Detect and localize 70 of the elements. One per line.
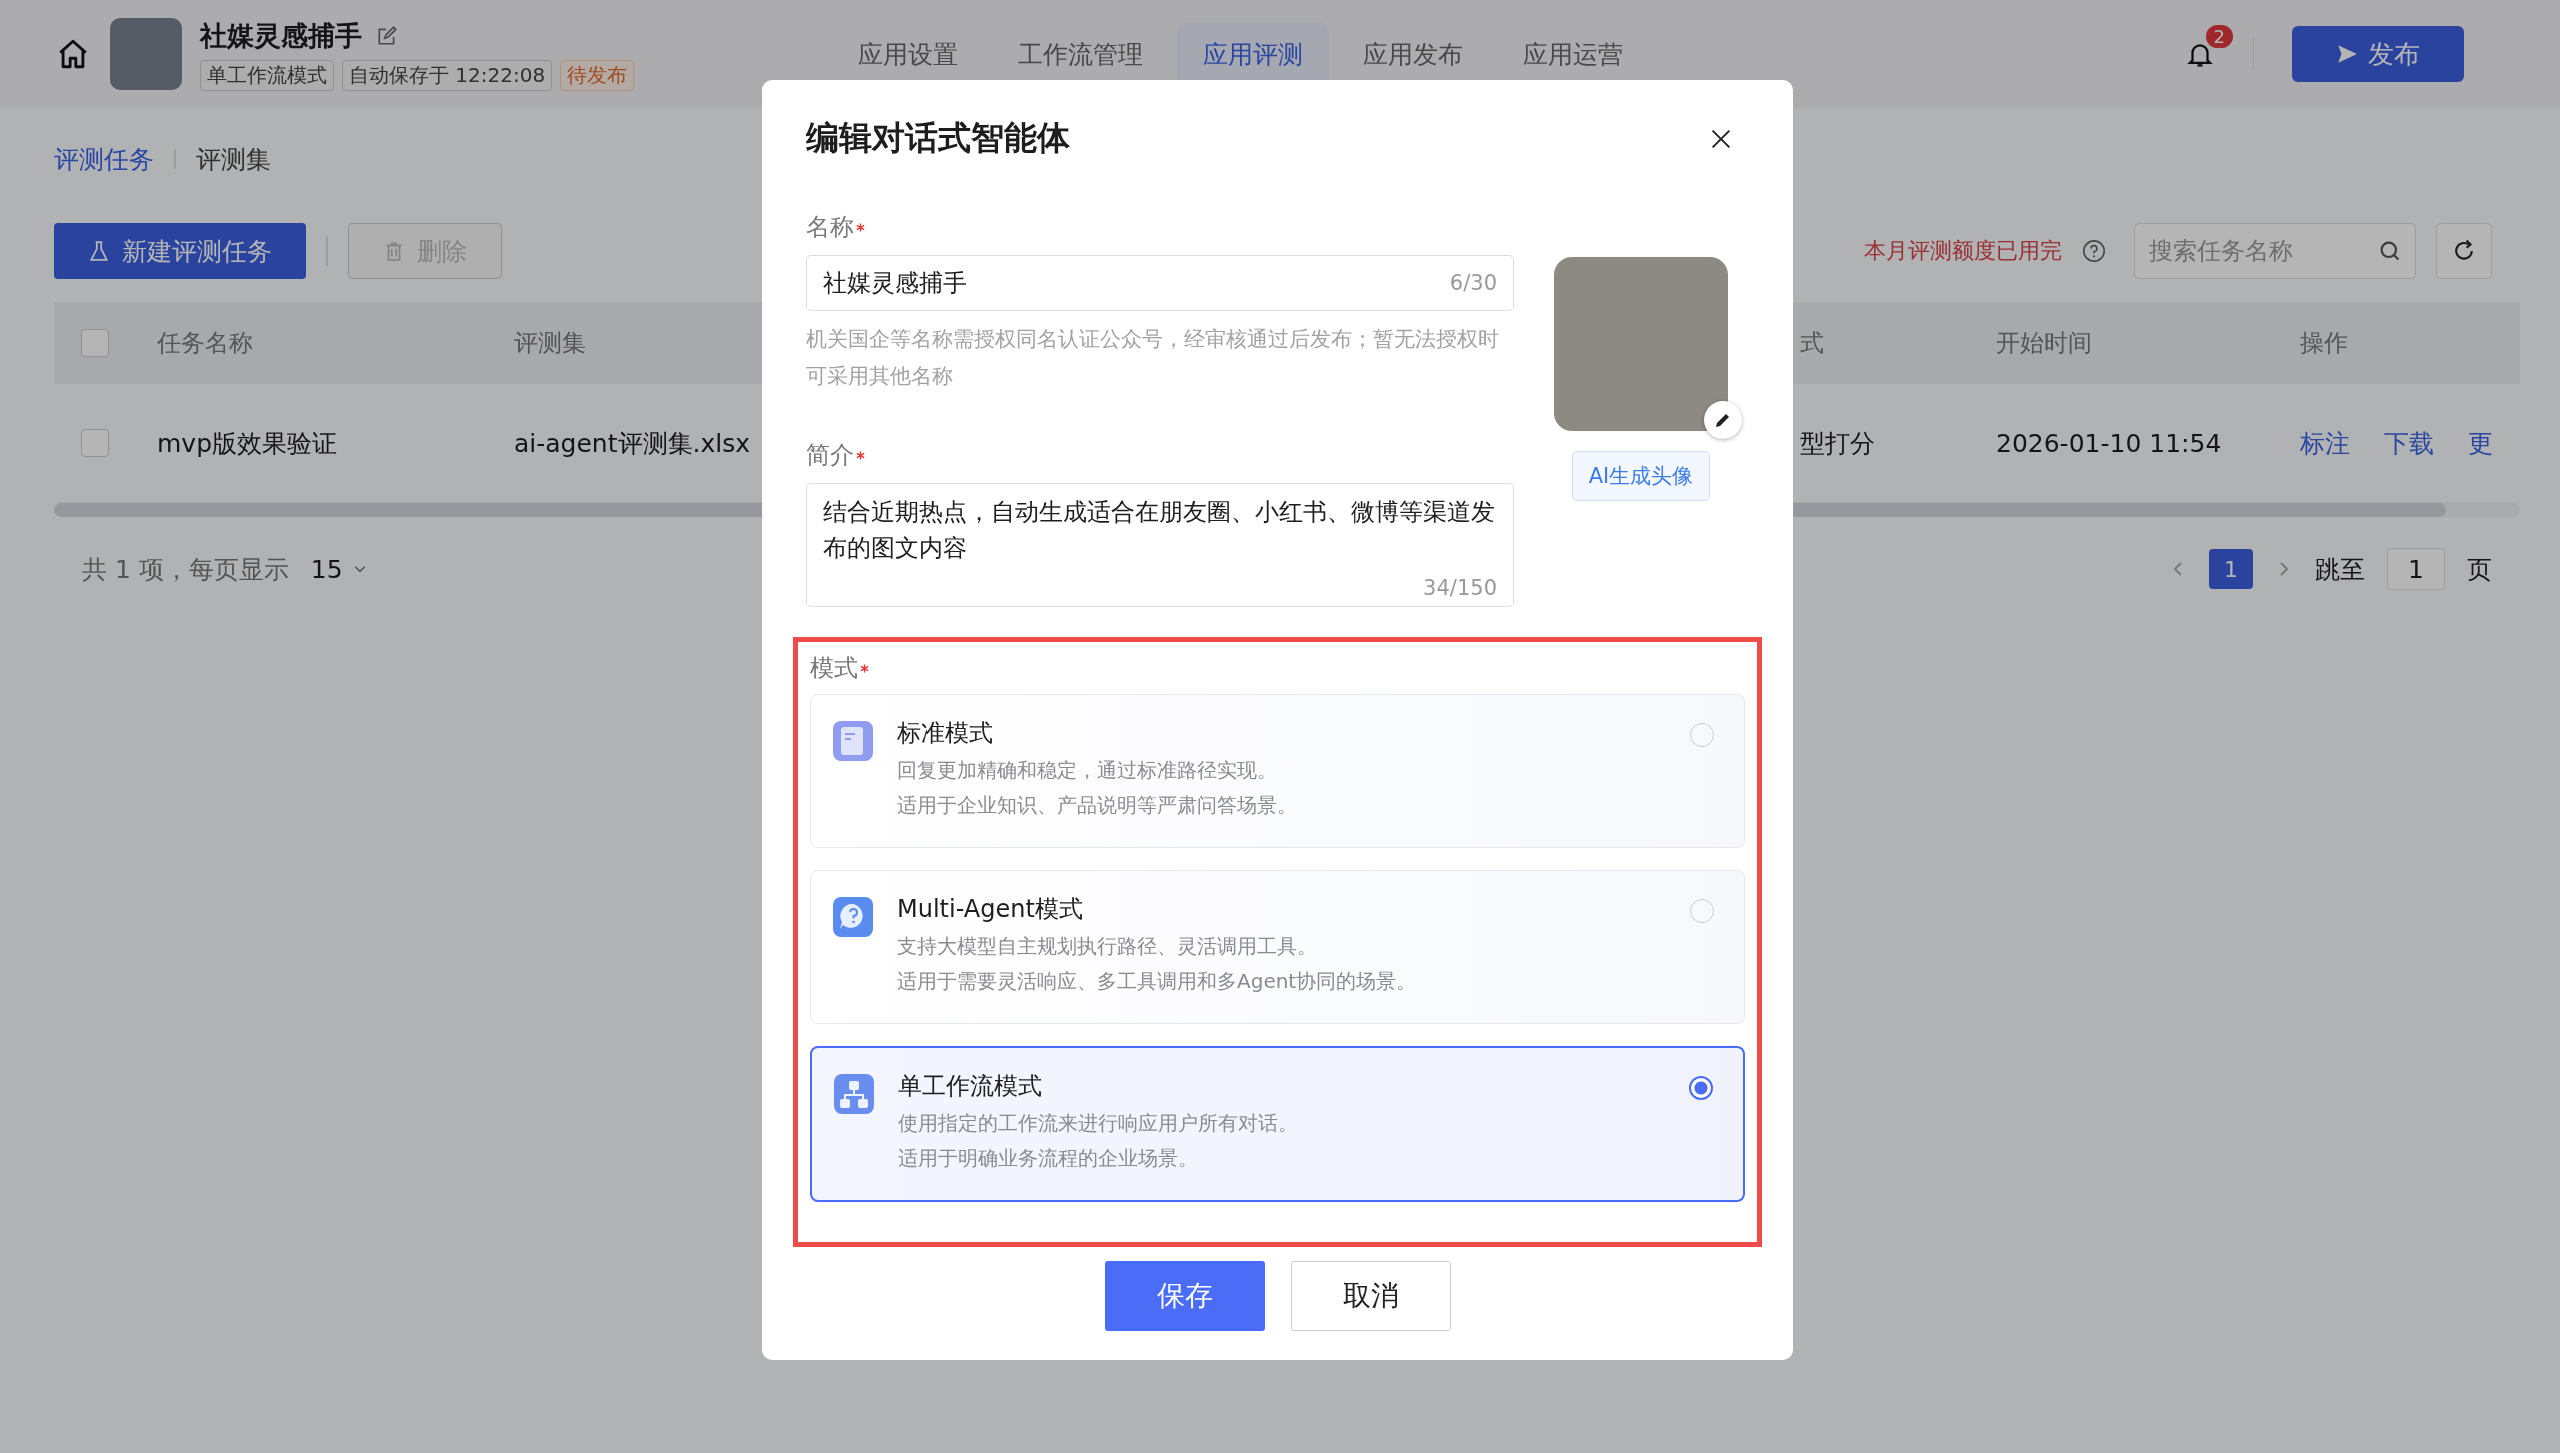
page-suffix: 页 (2467, 553, 2492, 586)
checkbox[interactable] (81, 329, 109, 357)
field-label: 简介 (806, 440, 854, 471)
cancel-button[interactable]: 取消 (1290, 1261, 1451, 1331)
new-task-button[interactable]: 新建评测任务 (54, 223, 306, 279)
status-tag: 单工作流模式 (200, 59, 334, 91)
sub-tab[interactable]: 评测集 (196, 142, 271, 176)
page-button[interactable]: 1 (2209, 549, 2253, 589)
photo-placeholder (110, 18, 182, 90)
mode-option[interactable]: 标准模式 回复更加精确和稳定，通过标准路径实现。 适用于企业知识、产品说明等严肃问答场景。 (810, 694, 1745, 848)
edit-icon[interactable] (376, 24, 398, 47)
name-input[interactable]: 社媒灵感捕手 6/30 (806, 255, 1514, 311)
search-icon[interactable] (2378, 239, 2402, 263)
field-hint: 机关国企等名称需授权同名认证公众号，经审核通过后发布；暂无法授权时可采用其他名称 (806, 326, 1500, 390)
table-cell-text: mvp版效果验证 (157, 427, 338, 460)
save-button[interactable]: 保存 (1104, 1261, 1265, 1331)
mode-description: 适用于需要灵活响应、多工具调用和多Agent协同的场景。 (897, 968, 1418, 995)
sub-tab[interactable]: 评测任务 (54, 142, 154, 176)
pagination-summary: 共 1 项，每页显示 (82, 553, 289, 586)
required-mark-icon (860, 663, 869, 673)
page-size-select[interactable]: 15 (310, 554, 367, 584)
mode-description: 适用于明确业务流程的企业场景。 (898, 1145, 1199, 1172)
ai-avatar-button[interactable]: AI生成头像 (1571, 451, 1711, 501)
home-icon[interactable] (56, 37, 90, 71)
mode-title: 标准模式 (897, 718, 994, 749)
notification-badge: 2 (2205, 25, 2233, 48)
flask-icon (88, 240, 110, 262)
required-mark-icon (856, 450, 865, 460)
workflow-icon (832, 1072, 876, 1116)
column-header: 评测集 (514, 328, 586, 359)
mode-description: 使用指定的工作流来进行响应用户所有对话。 (898, 1110, 1299, 1137)
radio-button[interactable] (1689, 1076, 1713, 1100)
required-mark-icon (856, 222, 865, 232)
send-icon (2336, 43, 2358, 65)
trash-icon (383, 240, 405, 262)
table-cell-text: 型打分 (1800, 427, 1875, 460)
mode-title: 单工作流模式 (898, 1071, 1043, 1102)
edit-button[interactable] (1704, 401, 1742, 439)
document-icon (831, 719, 875, 763)
publish-button[interactable]: 发布 (2292, 26, 2464, 82)
checkbox[interactable] (81, 429, 109, 457)
question-bubble-icon (831, 895, 875, 939)
refresh-button[interactable] (2436, 223, 2492, 279)
mode-description: 回复更加精确和稳定，通过标准路径实现。 (897, 757, 1278, 784)
table-cell: 2026-01-10 11:54 (1996, 428, 2222, 458)
dialog-title: 编辑对话式智能体 (806, 117, 1070, 159)
column-header: 开始时间 (1996, 328, 2092, 359)
quota-notice: 本月评测额度已用完 (1864, 237, 2062, 265)
status-tag: 自动保存于 12:22:08 (342, 59, 553, 91)
mode-option[interactable]: 单工作流模式 使用指定的工作流来进行响应用户所有对话。 适用于明确业务流程的企业场景。 (810, 1046, 1745, 1202)
app-title: 社媒灵感捕手 (200, 18, 362, 53)
mode-option[interactable]: Multi-Agent模式 支持大模型自主规划执行路径、灵活调用工具。 适用于需要灵活响应、多工具调用和多Agent协同的场景。 (810, 870, 1745, 1024)
column-header: 任务名称 (157, 328, 253, 359)
search-field[interactable]: 搜索任务名称 (2134, 223, 2416, 279)
intro-textarea[interactable]: 结合近期热点，自动生成适合在朋友圈、小红书、微博等渠道发布的图文内容 34/150 (806, 483, 1514, 607)
column-header: 式 (1800, 328, 1824, 359)
mode-title: Multi-Agent模式 (897, 894, 1084, 925)
jump-label: 跳至 (2315, 553, 2365, 586)
action-link[interactable]: 标注 (2300, 426, 2350, 460)
column-header: 操作 (2300, 328, 2348, 359)
table-cell-text: ai-agent评测集.xlsx (514, 427, 750, 460)
mode-description: 适用于企业知识、产品说明等严肃问答场景。 (897, 792, 1298, 819)
field-label: 模式 (810, 653, 858, 684)
mode-description: 支持大模型自主规划执行路径、灵活调用工具。 (897, 933, 1318, 960)
status-tag: 待发布 (560, 59, 635, 91)
action-link[interactable]: 更 (2468, 426, 2493, 460)
field-label: 名称 (806, 212, 854, 243)
action-link[interactable]: 下载 (2384, 426, 2434, 460)
help-icon[interactable] (2082, 239, 2106, 263)
page-input[interactable]: 1 (2387, 548, 2445, 590)
